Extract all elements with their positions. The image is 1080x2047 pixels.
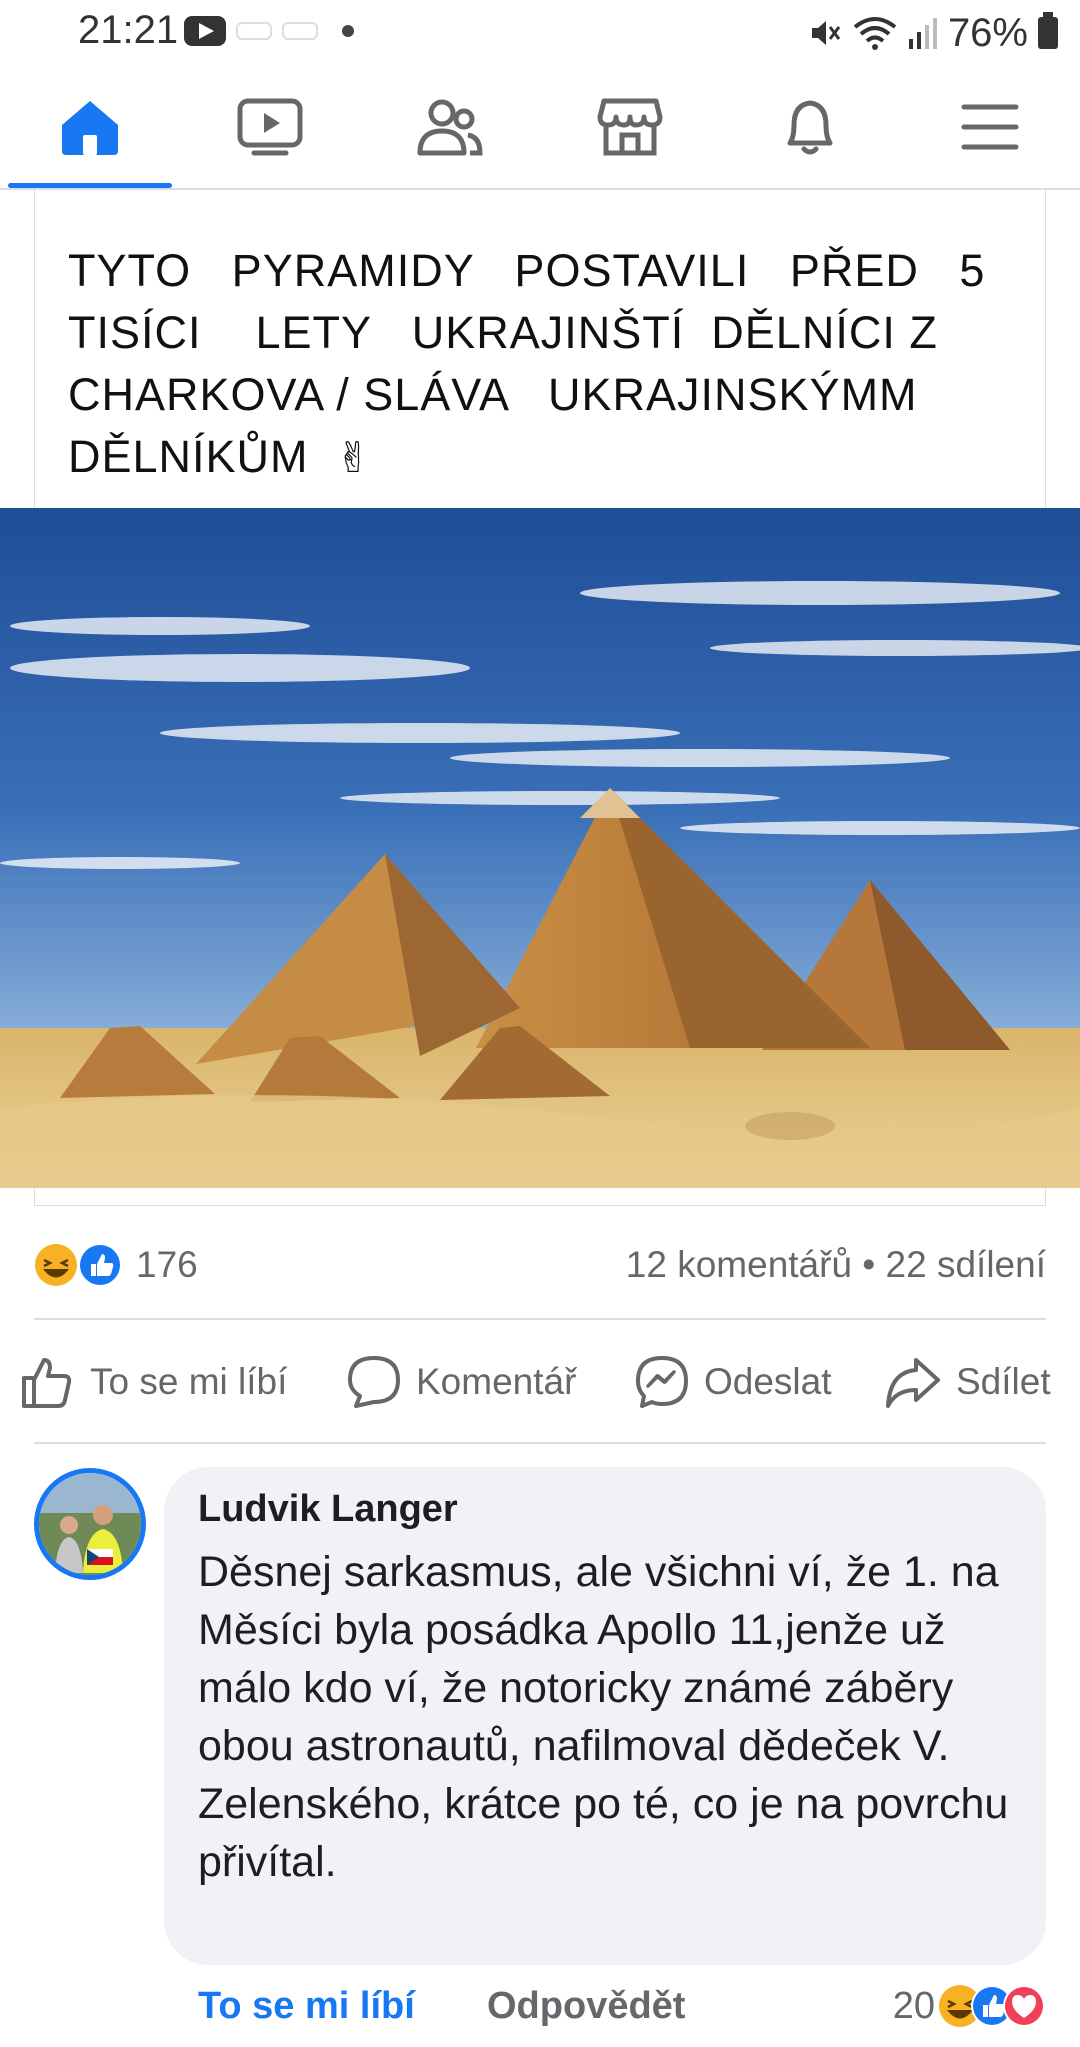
comment-reaction-count: 20 — [892, 1985, 935, 2027]
video-icon — [237, 98, 303, 156]
hamburger-icon — [961, 104, 1019, 150]
tab-notifications[interactable] — [720, 66, 900, 188]
comment-text: Děsnej sarkasmus, ale všichni ví, že 1. … — [198, 1548, 1009, 1886]
divider — [34, 1318, 1046, 1320]
reactions-summary[interactable]: 176 12 komentářů • 22 sdílení — [34, 1240, 1046, 1290]
post-text: TYTO PYRAMIDY POSTAVILI PŘED 5 TISÍCI LE… — [68, 240, 1008, 489]
comment-button[interactable]: Komentář — [346, 1350, 576, 1414]
store-icon — [597, 98, 663, 156]
car-icon — [236, 22, 272, 40]
tab-menu[interactable] — [900, 66, 1080, 188]
tab-friends[interactable] — [360, 66, 540, 188]
peace-emoji: ✌ — [335, 434, 372, 481]
comment-reply-button[interactable]: Odpovědět — [487, 1985, 685, 2028]
tab-marketplace[interactable] — [540, 66, 720, 188]
post-image[interactable] — [0, 508, 1080, 1188]
post-text-content: TYTO PYRAMIDY POSTAVILI PŘED 5 TISÍCI LE… — [68, 245, 986, 482]
youtube-icon — [184, 16, 226, 46]
status-bar: 21:21 76% — [0, 0, 1080, 66]
tab-watch[interactable] — [180, 66, 360, 188]
battery-percent: 76% — [947, 10, 1028, 55]
thumbs-up-icon — [22, 1358, 72, 1408]
car-icon — [282, 22, 318, 40]
comment-icon — [348, 1356, 400, 1408]
divider — [34, 1442, 1046, 1444]
status-time: 21:21 — [78, 8, 179, 52]
mute-icon — [811, 21, 841, 45]
wifi-icon — [853, 17, 897, 50]
active-tab-indicator — [8, 183, 172, 188]
like-button[interactable]: To se mi líbí — [20, 1350, 287, 1414]
avatar[interactable] — [34, 1468, 146, 1580]
pyramids-photo — [0, 508, 1080, 1188]
bell-icon — [787, 100, 833, 155]
friends-icon — [417, 99, 483, 156]
avatar-photo — [39, 1473, 141, 1575]
home-icon — [62, 101, 118, 155]
comment-like-button[interactable]: To se mi líbí — [198, 1985, 415, 2028]
reaction-icons — [35, 1243, 122, 1287]
share-label: Sdílet — [956, 1361, 1051, 1402]
status-right: 76% — [808, 8, 1058, 58]
like-label: To se mi líbí — [90, 1361, 288, 1402]
post-card-bottom — [34, 1188, 1046, 1206]
messenger-icon — [636, 1356, 688, 1408]
notification-dot-icon — [342, 25, 354, 37]
signal-icon — [908, 18, 937, 49]
comments-shares-count[interactable]: 12 komentářů • 22 sdílení — [626, 1244, 1046, 1286]
share-icon — [886, 1358, 940, 1408]
send-label: Odeslat — [704, 1361, 832, 1402]
reaction-count: 176 — [136, 1244, 198, 1285]
tab-home[interactable] — [0, 66, 180, 188]
battery-icon — [1038, 12, 1058, 49]
comment-author[interactable]: Ludvik Langer — [198, 1488, 458, 1531]
send-button[interactable]: Odeslat — [634, 1350, 832, 1414]
top-navigation — [0, 66, 1080, 190]
comment-reaction-icons[interactable] — [938, 1982, 1046, 2030]
comment-label: Komentář — [416, 1361, 577, 1402]
share-button[interactable]: Sdílet — [884, 1350, 1051, 1414]
